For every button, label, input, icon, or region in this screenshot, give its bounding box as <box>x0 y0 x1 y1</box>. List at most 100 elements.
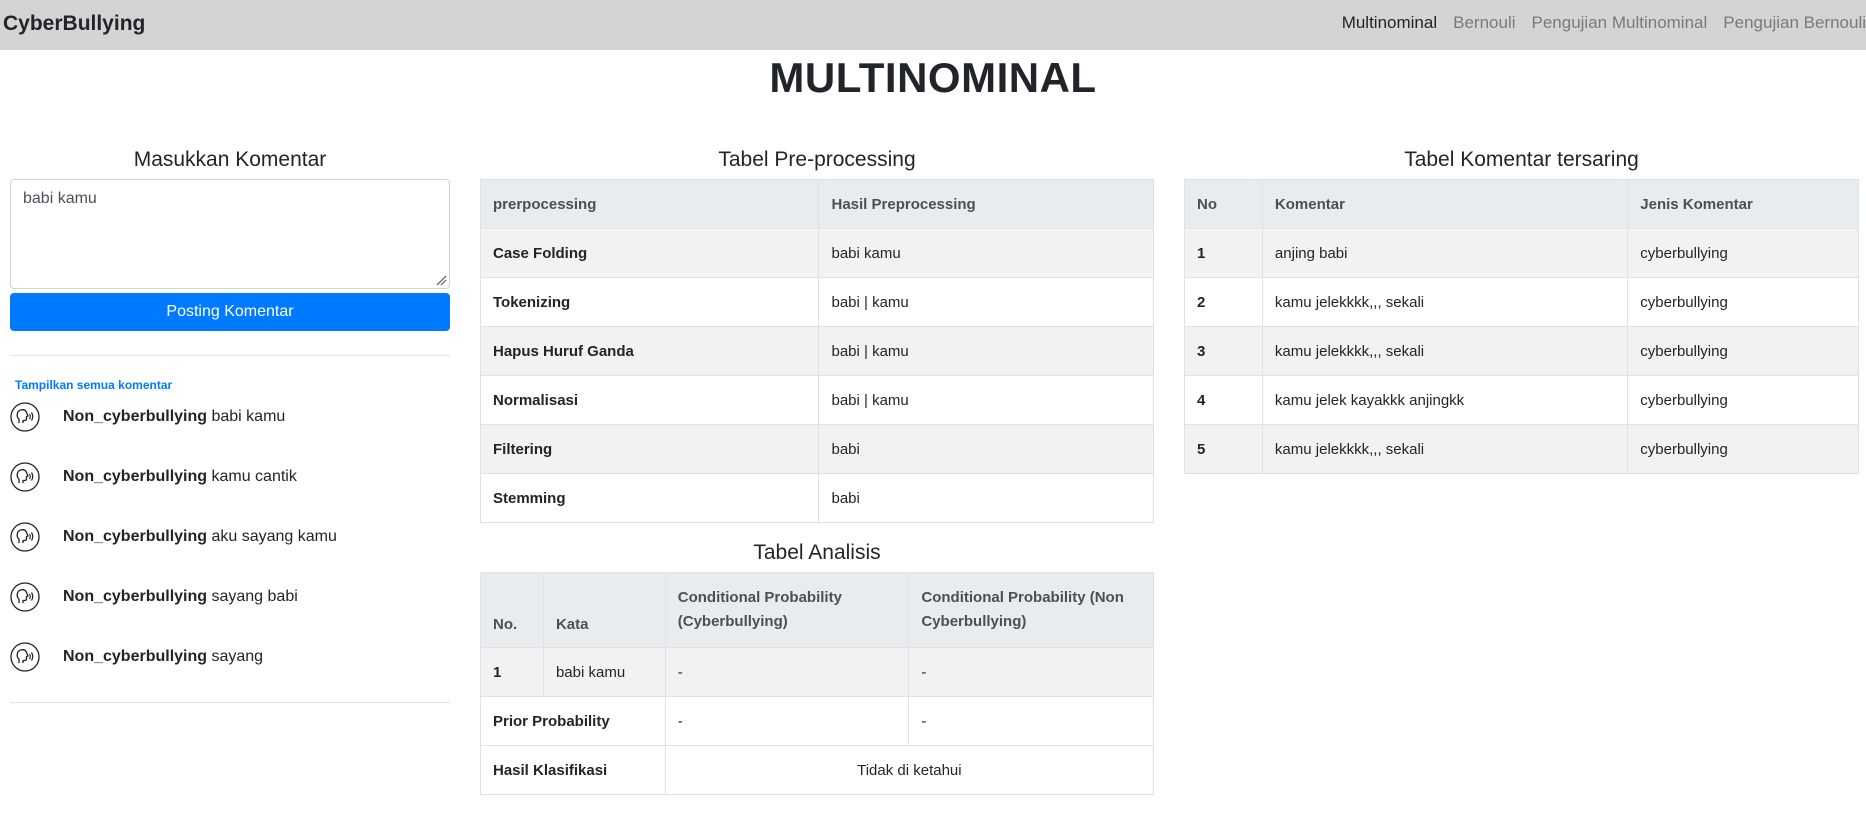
comment-item: Non_cyberbullying kamu cantik <box>10 460 297 494</box>
navbar: CyberBullying Multinominal Bernouli Peng… <box>0 0 1866 50</box>
step-name: Filtering <box>479 424 820 474</box>
comment-label: Non_cyberbullying <box>63 588 208 605</box>
comment-cell: kamu jelekkkk,,, sekali <box>1261 424 1629 474</box>
step-name: Tokenizing <box>479 277 820 327</box>
hasil-label: Hasil Klasifikasi <box>480 745 666 795</box>
row-number: 4 <box>1184 375 1263 425</box>
row-number: 2 <box>1184 277 1263 327</box>
nav-link-pengujian-multinominal[interactable]: Pengujian Multinominal <box>1532 13 1708 33</box>
speaking-head-icon <box>10 582 40 612</box>
comment-content: aku sayang kamu <box>211 528 337 545</box>
step-name: Normalisasi <box>479 375 820 425</box>
table-header-row: No. Kata Conditional Probability (Cyberb… <box>480 572 1154 648</box>
comment-cell: anjing babi <box>1261 228 1629 278</box>
table-row: Filtering babi <box>479 424 1154 474</box>
table-row: Case Folding babi kamu <box>479 228 1154 278</box>
comment-text: Non_cyberbullying kamu cantik <box>63 468 297 486</box>
type-cell: cyberbullying <box>1627 228 1859 278</box>
step-result: babi | kamu <box>818 375 1154 425</box>
column-header: Komentar <box>1261 179 1629 229</box>
comment-cell: kamu jelekkkk,,, sekali <box>1261 326 1629 376</box>
column-header: Conditional Probability (Non Cyberbullyi… <box>908 572 1154 648</box>
column-header: Jenis Komentar <box>1627 179 1859 229</box>
filtered-heading: Tabel Komentar tersaring <box>1404 148 1639 171</box>
row-number: 3 <box>1184 326 1263 376</box>
hasil-row: Hasil Klasifikasi Tidak di ketahui <box>480 745 1155 795</box>
table-header-row: prerpocessing Hasil Preprocessing <box>479 179 1154 229</box>
page-title: MULTINOMINAL <box>769 54 1097 101</box>
nav-link-bernouli[interactable]: Bernouli <box>1453 13 1515 33</box>
comment-text: Non_cyberbullying sayang <box>63 648 263 666</box>
comment-label: Non_cyberbullying <box>63 648 208 665</box>
prob-noncyber-cell: - <box>908 647 1154 697</box>
comment-text: Non_cyberbullying aku sayang kamu <box>63 528 337 546</box>
step-result: babi <box>818 424 1154 474</box>
comment-label: Non_cyberbullying <box>63 468 208 485</box>
comment-item: Non_cyberbullying babi kamu <box>10 400 285 434</box>
type-cell: cyberbullying <box>1627 375 1859 425</box>
preprocessing-heading: Tabel Pre-processing <box>718 148 916 171</box>
speaking-head-icon <box>10 642 40 672</box>
table-row: 2 kamu jelekkkk,,, sekali cyberbullying <box>1184 277 1859 327</box>
row-number: 1 <box>1184 228 1263 278</box>
brand-logo[interactable]: CyberBullying <box>3 12 145 36</box>
comment-textarea-value: babi kamu <box>23 190 97 207</box>
nav-links: Multinominal Bernouli Pengujian Multinom… <box>1326 13 1866 33</box>
prior-noncyber-value: - <box>908 696 1154 746</box>
type-cell: cyberbullying <box>1627 326 1859 376</box>
hasil-value: Tidak di ketahui <box>664 745 1155 795</box>
column-header: Kata <box>542 572 666 648</box>
resize-grip-icon[interactable] <box>435 274 447 286</box>
comment-item: Non_cyberbullying aku sayang kamu <box>10 520 337 554</box>
show-all-comments-link[interactable]: Tampilkan semua komentar <box>15 378 172 392</box>
filtered-table: No Komentar Jenis Komentar 1 anjing babi… <box>1184 179 1859 474</box>
prior-cyber-value: - <box>664 696 910 746</box>
column-header: No <box>1184 179 1263 229</box>
table-header-row: No Komentar Jenis Komentar <box>1184 179 1859 229</box>
comment-cell: kamu jelekkkk,,, sekali <box>1261 277 1629 327</box>
table-row: 4 kamu jelek kayakkk anjingkk cyberbully… <box>1184 375 1859 425</box>
column-header: No. <box>480 572 544 648</box>
comment-content: kamu cantik <box>211 468 297 485</box>
analisis-table: No. Kata Conditional Probability (Cyberb… <box>480 572 1155 795</box>
analisis-heading: Tabel Analisis <box>753 541 881 564</box>
comment-content: sayang babi <box>211 588 298 605</box>
column-header: prerpocessing <box>479 179 820 229</box>
divider <box>10 702 450 703</box>
comment-text: Non_cyberbullying sayang babi <box>63 588 298 606</box>
column-header: Conditional Probability (Cyberbullying) <box>664 572 910 648</box>
prior-row: Prior Probability - - <box>480 696 1154 746</box>
column-header: Hasil Preprocessing <box>818 179 1154 229</box>
step-result: babi | kamu <box>818 277 1154 327</box>
comment-item: Non_cyberbullying sayang babi <box>10 580 298 614</box>
row-number: 1 <box>480 647 544 697</box>
nav-link-pengujian-bernouli[interactable]: Pengujian Bernouli <box>1723 13 1866 33</box>
step-result: babi <box>818 473 1154 523</box>
comment-content: sayang <box>211 648 264 665</box>
speaking-head-icon <box>10 402 40 432</box>
table-row: Normalisasi babi | kamu <box>479 375 1154 425</box>
step-result: babi | kamu <box>818 326 1154 376</box>
word-cell: babi kamu <box>542 647 666 697</box>
speaking-head-icon <box>10 462 40 492</box>
input-heading: Masukkan Komentar <box>133 148 327 171</box>
step-name: Stemming <box>479 473 820 523</box>
comment-item: Non_cyberbullying sayang <box>10 640 263 674</box>
table-row: Stemming babi <box>479 473 1154 523</box>
table-row: 1 babi kamu - - <box>480 647 1154 697</box>
comment-textarea[interactable]: babi kamu <box>10 179 450 289</box>
speaking-head-icon <box>10 522 40 552</box>
step-name: Hapus Huruf Ganda <box>479 326 820 376</box>
type-cell: cyberbullying <box>1627 424 1859 474</box>
nav-link-multinominal[interactable]: Multinominal <box>1342 13 1437 33</box>
divider <box>10 355 450 356</box>
comment-cell: kamu jelek kayakkk anjingkk <box>1261 375 1629 425</box>
prior-label: Prior Probability <box>480 696 666 746</box>
preprocessing-table: prerpocessing Hasil Preprocessing Case F… <box>479 179 1154 523</box>
comment-text: Non_cyberbullying babi kamu <box>63 408 285 426</box>
comment-content: babi kamu <box>211 408 286 425</box>
post-comment-button[interactable]: Posting Komentar <box>10 293 450 331</box>
step-name: Case Folding <box>479 228 820 278</box>
table-row: 3 kamu jelekkkk,,, sekali cyberbullying <box>1184 326 1859 376</box>
row-number: 5 <box>1184 424 1263 474</box>
